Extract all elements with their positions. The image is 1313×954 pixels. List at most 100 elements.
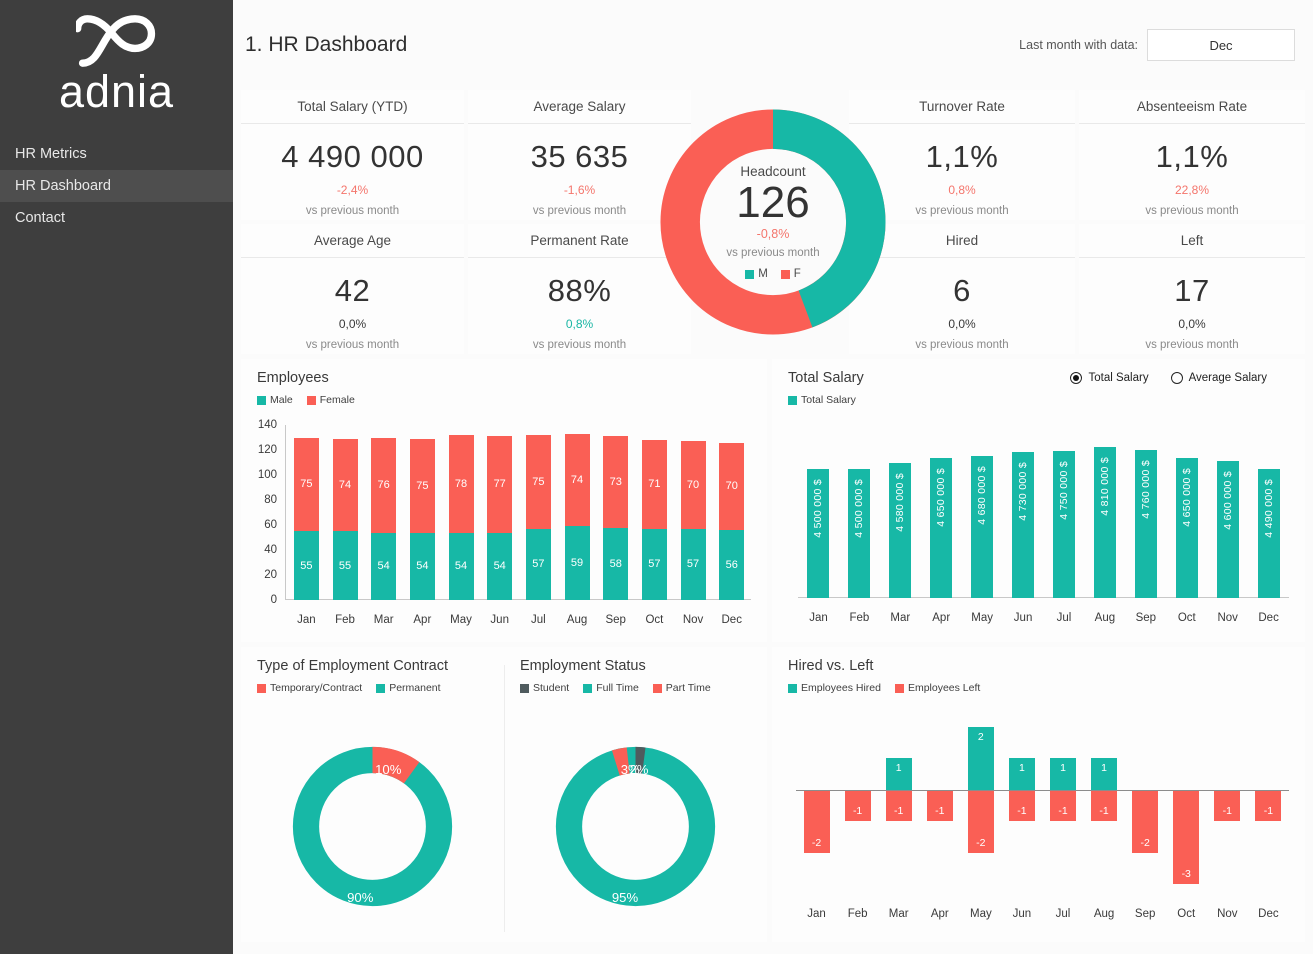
bar-column: 70 57 (674, 425, 713, 600)
bar-column: 78 54 (442, 425, 481, 600)
bar-column: 76 54 (364, 425, 403, 600)
employees-bars-area: 75 55 74 55 76 54 75 54 78 54 77 54 75 57 74 59 73 58 71 57… (287, 425, 751, 600)
x-tick-label: Oct (1177, 612, 1196, 624)
kpi-row-bottom-left: Average Age 42 0,0% vs previous month Pe… (241, 224, 691, 354)
headcount-delta: -0,8% (756, 227, 790, 242)
y-tick-label: 60 (264, 519, 277, 531)
month-select[interactable]: Dec (1147, 29, 1295, 61)
bar-data-label: 4 580 000 $ (894, 472, 907, 532)
kpi-group-left: Total Salary (YTD) 4 490 000 -2,4% vs pr… (241, 90, 691, 354)
legend-label: Permanent (389, 682, 441, 694)
bar-hired: 1 (1091, 758, 1118, 790)
status-header: Employment Status Student Full Time Part… (504, 647, 767, 694)
kpi-title: Absenteeism Rate (1079, 99, 1305, 124)
legend-item-male: M (745, 268, 768, 280)
bar-column: -2 (1125, 727, 1166, 884)
bar-column: 74 59 (558, 425, 597, 600)
kpi-sub: vs previous month (532, 339, 627, 351)
x-tick-label: Aug (1094, 612, 1116, 624)
x-tick-label: Jul (1056, 612, 1072, 624)
x-tick-label: Sep (1135, 612, 1157, 624)
legend-label: Part Time (665, 682, 711, 694)
bar-column: -1 (919, 727, 960, 884)
status-legend: Student Full Time Part Time (520, 682, 767, 694)
x-tick-label: Dec (1258, 908, 1279, 920)
kpi-value: 1,1% (1155, 139, 1229, 174)
kpi-group-right: Turnover Rate 1,1% 0,8% vs previous mont… (849, 90, 1305, 354)
bar-segment-male: 55 (293, 531, 319, 600)
kpi-band: Total Salary (YTD) 4 490 000 -2,4% vs pr… (237, 90, 1309, 354)
bar-column: 4 810 000 $ (1084, 437, 1125, 598)
bar-hired: 2 (967, 727, 994, 790)
bar-data-label: 4 760 000 $ (1139, 460, 1152, 519)
x-tick-label: Mar (890, 612, 911, 624)
bar-column: 74 55 (326, 425, 365, 600)
main-content: 1. HR Dashboard Last month with data: De… (233, 0, 1313, 954)
headcount-center: Headcount 126 -0,8% vs previous month M … (695, 164, 851, 281)
x-tick-label: Sep (605, 614, 626, 626)
bar-left: -1 (926, 789, 953, 822)
header-controls: Last month with data: Dec (1019, 29, 1295, 61)
kpi-title: Total Salary (YTD) (241, 99, 464, 124)
kpi-delta: 0,0% (948, 317, 976, 331)
kpi-title: Left (1079, 233, 1305, 258)
bar-column: 1 -1 (1084, 727, 1125, 884)
x-tick-label: Aug (1093, 908, 1115, 920)
headcount-donut-chart: Headcount 126 -0,8% vs previous month M … (657, 106, 889, 338)
legend-item-student: Student (520, 682, 569, 694)
bar-segment-male: 54 (448, 532, 474, 600)
employees-plot: 0 20 40 60 80 100 120 140 75 55 74 55 76 54 75 54 78 54 7… (241, 359, 767, 642)
bar-column: 4 650 000 $ (921, 437, 962, 598)
bar-hired: 1 (885, 758, 912, 790)
bar-segment-female: 78 (448, 435, 474, 533)
bar-column: -2 (796, 727, 837, 884)
salary-bars-area: 4 500 000 $ 4 500 000 $ 4 580 000 $ 4 650 0… (798, 437, 1289, 598)
bar-column: -1 (1248, 727, 1289, 884)
salary-bar: 4 500 000 $ (848, 468, 871, 598)
salary-bar: 4 650 000 $ (1175, 457, 1198, 598)
bar-column: 4 500 000 $ (839, 437, 880, 598)
legend-item-part-time: Part Time (652, 682, 711, 694)
bar-segment-female: 76 (371, 437, 397, 533)
bar-segment-male: 54 (487, 532, 513, 600)
bar-column: 1 -1 (1042, 727, 1083, 884)
y-tick-label: 40 (264, 544, 277, 556)
legend-swatch-icon (376, 683, 386, 693)
sidebar-item-contact[interactable]: Contact (0, 202, 233, 234)
sidebar-item-hr-metrics[interactable]: HR Metrics (0, 138, 233, 170)
bar-segment-male: 57 (680, 528, 706, 600)
bar-segment-female: 75 (293, 437, 319, 532)
month-select-value: Dec (1209, 37, 1233, 53)
x-tick-label: Aug (566, 614, 588, 626)
sidebar-item-hr-dashboard[interactable]: HR Dashboard (0, 170, 233, 202)
last-month-label: Last month with data: (1019, 38, 1138, 52)
x-tick-label: May (450, 614, 472, 626)
bar-left: -3 (1173, 789, 1200, 884)
bar-left: -1 (1214, 789, 1241, 822)
kpi-sub: vs previous month (305, 339, 400, 351)
sidebar-item-label: HR Dashboard (15, 178, 111, 194)
kpi-value: 17 (1174, 273, 1210, 308)
headcount-value: 126 (736, 177, 810, 227)
kpi-delta: -2,4% (336, 183, 369, 197)
x-tick-label: May (971, 612, 994, 624)
bar-segment-female: 74 (332, 438, 358, 532)
bar-column: -1 (1207, 727, 1248, 884)
bar-column: -1 (837, 727, 878, 884)
x-tick-label: Mar (373, 614, 394, 626)
salary-bar: 4 810 000 $ (1093, 446, 1116, 598)
status-label-full-time: 95% (612, 890, 639, 905)
bar-column: 75 54 (403, 425, 442, 600)
x-tick-label: May (969, 908, 992, 920)
bar-left: -1 (1091, 789, 1118, 822)
bar-segment-female: 75 (525, 435, 551, 529)
x-tick-label: Jan (297, 614, 316, 626)
bar-column: 4 650 000 $ (1166, 437, 1207, 598)
employees-x-labels: Jan Feb Mar Apr May Jun Jul Aug Sep Oct Nov Dec (287, 614, 751, 626)
salary-bar: 4 490 000 $ (1257, 469, 1280, 598)
sidebar-nav: HR Metrics HR Dashboard Contact (0, 138, 233, 234)
salary-bar: 4 730 000 $ (1012, 452, 1035, 598)
x-tick-label: Jul (531, 614, 546, 626)
bar-column: -3 (1166, 727, 1207, 884)
kpi-row-top-left: Total Salary (YTD) 4 490 000 -2,4% vs pr… (241, 90, 691, 220)
